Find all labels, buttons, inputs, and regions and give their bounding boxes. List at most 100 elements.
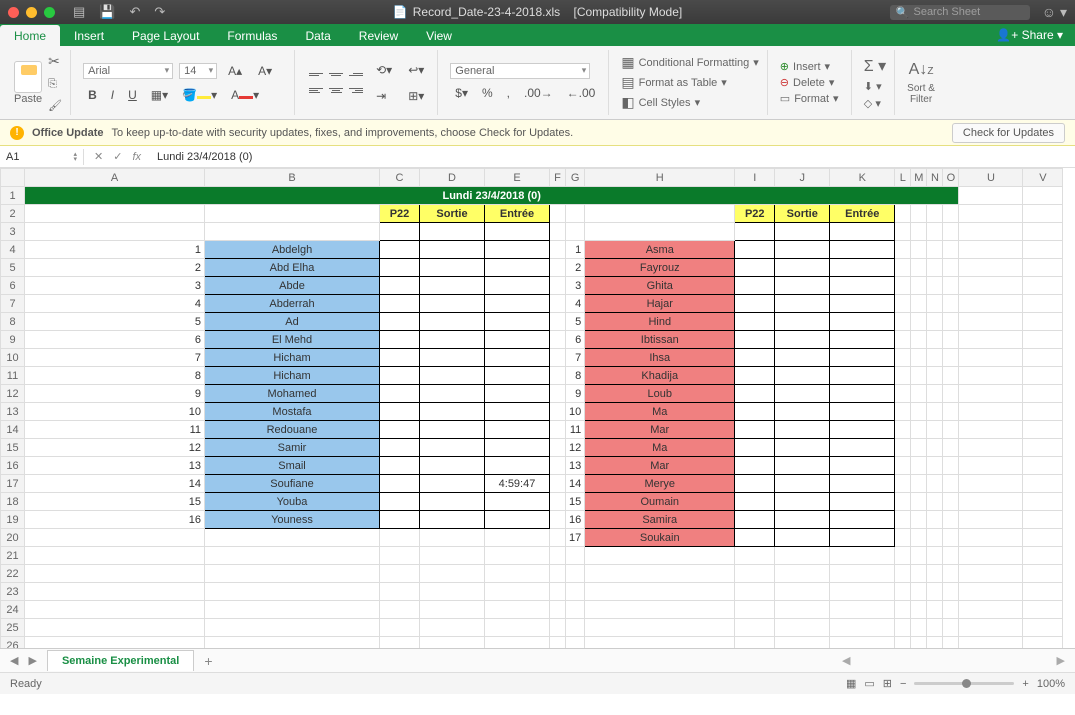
sortie-cell[interactable] — [420, 241, 485, 259]
cell[interactable] — [775, 547, 830, 565]
name-cell-right[interactable]: Ghita — [585, 277, 735, 295]
cell[interactable] — [911, 565, 927, 583]
p22-cell[interactable] — [380, 259, 420, 277]
col-header[interactable]: O — [943, 169, 959, 187]
p22-cell[interactable] — [380, 295, 420, 313]
idx-cell[interactable]: 10 — [566, 403, 585, 421]
zoom-level[interactable]: 100% — [1037, 678, 1065, 690]
font-color-button[interactable]: A▾ — [226, 85, 264, 105]
copy-icon[interactable]: ⎘ — [48, 78, 62, 91]
cell[interactable] — [943, 637, 959, 649]
entree-cell[interactable] — [485, 259, 550, 277]
cell[interactable] — [943, 547, 959, 565]
cell[interactable] — [911, 583, 927, 601]
autosum-icon[interactable]: Σ ▾ — [864, 56, 886, 76]
sortie-cell[interactable] — [420, 277, 485, 295]
idx-cell[interactable]: 7 — [566, 349, 585, 367]
row-header[interactable]: 10 — [1, 349, 25, 367]
idx-cell[interactable]: 16 — [566, 511, 585, 529]
p22-cell[interactable] — [735, 385, 775, 403]
zoom-out-icon[interactable]: − — [900, 678, 906, 690]
sheet-prev-icon[interactable]: ◀ — [10, 654, 18, 667]
cell[interactable] — [380, 619, 420, 637]
col-header[interactable]: M — [911, 169, 927, 187]
undo-icon[interactable]: ↶ — [129, 4, 140, 20]
decrease-font-icon[interactable]: A▾ — [253, 61, 277, 81]
font-name-select[interactable]: Arial — [83, 63, 173, 79]
cell[interactable] — [585, 583, 735, 601]
tab-insert[interactable]: Insert — [60, 25, 118, 46]
cell[interactable] — [927, 601, 943, 619]
sortie-cell[interactable] — [420, 331, 485, 349]
sortie-cell[interactable] — [420, 313, 485, 331]
row-header[interactable]: 9 — [1, 331, 25, 349]
entree-cell[interactable] — [485, 511, 550, 529]
cell[interactable] — [830, 601, 895, 619]
paste-button[interactable]: Paste — [14, 93, 42, 105]
sheet-tab-active[interactable]: Semaine Experimental — [47, 650, 194, 671]
cell[interactable] — [566, 619, 585, 637]
p22-cell[interactable] — [380, 385, 420, 403]
entree-cell[interactable] — [485, 421, 550, 439]
entree-cell[interactable] — [830, 367, 895, 385]
cell[interactable] — [485, 601, 550, 619]
align-middle-icon[interactable] — [327, 68, 345, 82]
cell[interactable] — [927, 565, 943, 583]
cell[interactable] — [735, 565, 775, 583]
row-header[interactable]: 7 — [1, 295, 25, 313]
cell[interactable] — [25, 637, 205, 649]
idx-cell[interactable]: 13 — [25, 457, 205, 475]
cell[interactable] — [775, 583, 830, 601]
col-header[interactable]: I — [735, 169, 775, 187]
name-cell-right[interactable]: Hind — [585, 313, 735, 331]
entree-cell[interactable]: 4:59:47 — [485, 475, 550, 493]
sortie-cell[interactable] — [775, 493, 830, 511]
redo-icon[interactable]: ↷ — [154, 4, 165, 20]
align-right-icon[interactable] — [347, 84, 365, 98]
italic-button[interactable]: I — [106, 85, 119, 105]
p22-cell[interactable] — [380, 331, 420, 349]
cell[interactable] — [735, 547, 775, 565]
number-format-select[interactable]: General — [450, 63, 590, 79]
cell[interactable] — [485, 619, 550, 637]
bold-button[interactable]: B — [83, 85, 102, 105]
p22-cell[interactable] — [735, 439, 775, 457]
conditional-formatting-button[interactable]: ▦Conditional Formatting ▾ — [621, 54, 758, 71]
sortie-cell[interactable] — [420, 349, 485, 367]
cell[interactable] — [485, 637, 550, 649]
p22-cell[interactable] — [735, 403, 775, 421]
entree-cell[interactable] — [830, 277, 895, 295]
row-header[interactable]: 8 — [1, 313, 25, 331]
cell[interactable] — [830, 565, 895, 583]
cell[interactable] — [205, 601, 380, 619]
p22-cell[interactable] — [380, 439, 420, 457]
cell[interactable] — [550, 565, 566, 583]
cell[interactable] — [911, 547, 927, 565]
idx-cell[interactable]: 6 — [566, 331, 585, 349]
col-header[interactable]: B — [205, 169, 380, 187]
increase-font-icon[interactable]: A▴ — [223, 61, 247, 81]
p22-cell[interactable] — [380, 475, 420, 493]
col-header[interactable]: E — [485, 169, 550, 187]
tab-formulas[interactable]: Formulas — [213, 25, 291, 46]
tab-data[interactable]: Data — [291, 25, 344, 46]
cell[interactable] — [895, 619, 911, 637]
hdr-sortie-left[interactable]: Sortie — [420, 205, 485, 223]
name-cell-right[interactable]: Oumain — [585, 493, 735, 511]
cell[interactable] — [205, 619, 380, 637]
idx-cell[interactable]: 1 — [566, 241, 585, 259]
row-header[interactable]: 25 — [1, 619, 25, 637]
sortie-cell[interactable] — [420, 259, 485, 277]
row-header[interactable]: 16 — [1, 457, 25, 475]
cut-icon[interactable]: ✂ — [48, 53, 62, 70]
title-cell[interactable]: Lundi 23/4/2018 (0) — [25, 187, 959, 205]
entree-cell[interactable] — [485, 403, 550, 421]
col-header[interactable]: H — [585, 169, 735, 187]
cell[interactable] — [380, 547, 420, 565]
row-header[interactable]: 22 — [1, 565, 25, 583]
p22-cell[interactable] — [380, 349, 420, 367]
sortie-cell[interactable] — [775, 259, 830, 277]
entree-cell[interactable] — [830, 475, 895, 493]
zoom-in-icon[interactable]: + — [1022, 678, 1028, 690]
sort-filter-icon[interactable]: A↓Z — [907, 61, 935, 79]
